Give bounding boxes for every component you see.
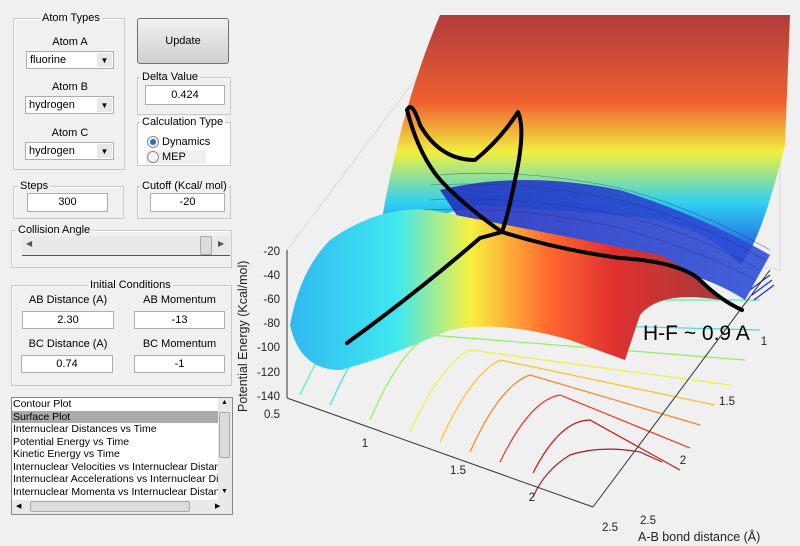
z-tick: -60	[263, 294, 280, 306]
ab-tick: 2	[529, 492, 535, 504]
ab-tick: 1.5	[450, 465, 466, 477]
ab-tick: 0.5	[264, 409, 280, 421]
z-tick: -100	[257, 342, 280, 354]
x-axis-label: A-B bond distance (Å)	[638, 529, 760, 544]
z-tick: -20	[263, 246, 280, 258]
z-axis-label: Potential Energy (Kcal/mol)	[236, 261, 250, 412]
ab-tick: 1	[362, 438, 368, 450]
z-tick: -140	[257, 391, 280, 403]
bc-tick: 1	[761, 336, 767, 348]
surface-plot[interactable]: -20 -40 -60 -80 -100 -120 -140 0.5 1 1.5…	[0, 0, 800, 546]
annotation-label: H-F ~ 0.9 A	[643, 322, 750, 345]
ab-axis-ticks: 0.5 1 1.5 2 2.5	[264, 409, 618, 534]
z-axis-ticks: -20 -40 -60 -80 -100 -120 -140	[257, 246, 280, 403]
z-tick: -120	[257, 367, 280, 379]
bc-tick: 2	[680, 455, 686, 467]
bc-tick: 2.5	[640, 515, 656, 527]
bc-tick: 1.5	[719, 396, 735, 408]
z-tick: -40	[263, 270, 280, 282]
z-tick: -80	[263, 318, 280, 330]
ab-tick: 2.5	[602, 522, 618, 534]
